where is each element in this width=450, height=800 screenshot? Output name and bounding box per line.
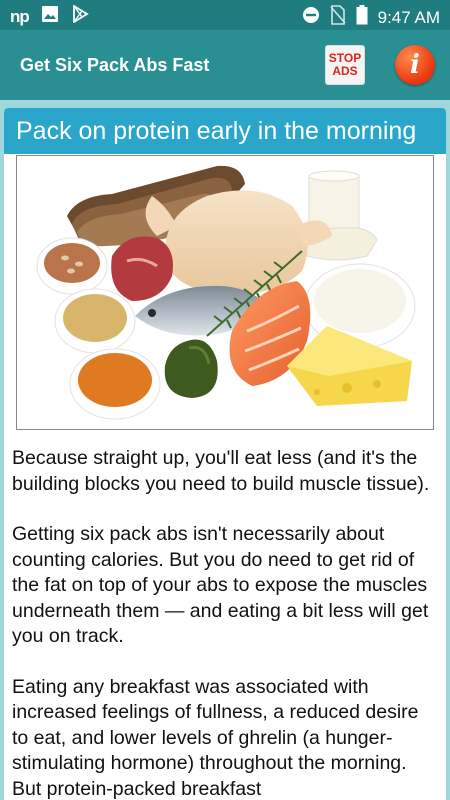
image-icon	[41, 5, 59, 28]
play-store-icon	[71, 4, 89, 28]
article-body: Because straight up, you'll eat less (an…	[12, 446, 440, 800]
status-time: 9:47 AM	[377, 7, 440, 27]
avocado	[164, 339, 218, 398]
beans-bowl	[36, 237, 108, 295]
status-left: np	[10, 4, 89, 28]
info-icon: i	[410, 50, 420, 80]
article-image	[16, 155, 434, 430]
chickpeas-bowl	[54, 288, 136, 354]
stop-ads-button[interactable]: STOP ADS	[325, 45, 365, 85]
no-sim-icon	[330, 5, 346, 30]
raw-beef	[111, 236, 173, 301]
np-logo-icon: np	[10, 6, 30, 26]
do-not-disturb-icon	[302, 6, 320, 29]
status-right: 9:47 AM	[302, 5, 440, 30]
lentils-bowl	[69, 348, 161, 420]
article-card: Pack on protein early in the morning Bec…	[4, 108, 446, 800]
article-paragraph-2: Getting six pack abs isn't necessarily a…	[12, 523, 429, 647]
article-paragraph-3: Eating any breakfast was associated with…	[12, 675, 419, 800]
app-toolbar: Get Six Pack Abs Fast STOP ADS i	[0, 30, 450, 100]
stop-ads-label-line2: ADS	[332, 64, 358, 78]
info-button[interactable]: i	[395, 45, 435, 85]
status-bar: np 9:47 AM	[0, 0, 450, 30]
article-paragraph-1: Because straight up, you'll eat less (an…	[12, 447, 430, 495]
battery-icon	[356, 5, 368, 30]
app-title: Get Six Pack Abs Fast	[20, 55, 210, 75]
protein-foods-illustration	[36, 165, 416, 420]
article-title: Pack on protein early in the morning	[4, 108, 446, 154]
